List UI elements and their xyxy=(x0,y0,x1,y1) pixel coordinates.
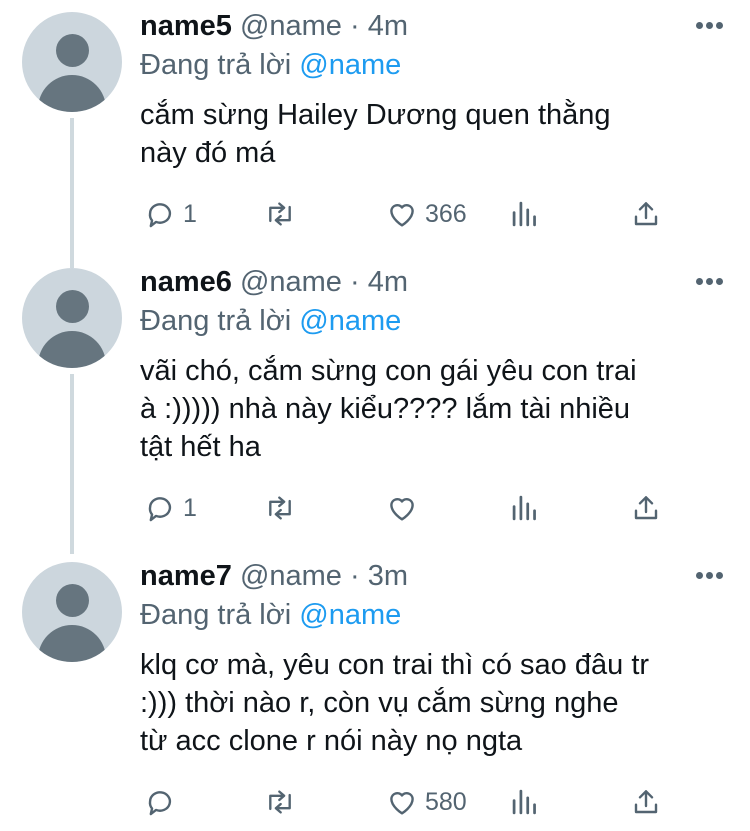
avatar[interactable] xyxy=(22,268,122,368)
user-handle[interactable]: @name xyxy=(240,10,342,42)
share-button[interactable] xyxy=(630,194,662,234)
replying-to: Đang trả lời @name xyxy=(140,304,401,338)
reply-button[interactable] xyxy=(143,782,183,822)
reply-mention-link[interactable]: @name xyxy=(299,305,401,337)
tweet-text: cắm sừng Hailey Dương quen thằng này đó … xyxy=(140,96,725,172)
replying-to-label: Đang trả lời xyxy=(140,49,292,81)
analytics-icon xyxy=(512,789,536,815)
views-button[interactable] xyxy=(510,488,540,528)
action-bar: 1 xyxy=(0,488,750,528)
avatar-body-shape xyxy=(38,75,106,112)
tweet-header: name5 @name · 4m xyxy=(140,9,408,43)
thread-connector-line xyxy=(70,260,74,268)
heart-icon xyxy=(390,792,414,815)
tweet-text-line: vãi chó, cắm sừng con gái yêu con trai xyxy=(140,355,637,387)
replies-feed: name5 @name · 4m Đang trả lời @name cắm … xyxy=(0,0,750,831)
tweet-text: klq cơ mà, yêu con trai thì có sao đâu t… xyxy=(140,646,725,760)
separator-dot: · xyxy=(350,560,360,592)
reply-button[interactable]: 1 xyxy=(143,488,197,528)
heart-icon xyxy=(390,204,414,227)
views-button[interactable] xyxy=(510,194,540,234)
share-icon xyxy=(634,496,658,520)
like-button[interactable]: 366 xyxy=(385,194,467,234)
like-button[interactable] xyxy=(385,488,425,528)
avatar-head-shape xyxy=(56,34,89,67)
action-bar: 1 366 xyxy=(0,194,750,234)
like-count: 366 xyxy=(425,199,467,228)
retweet-icon xyxy=(269,790,291,814)
retweet-icon xyxy=(269,202,291,226)
timestamp[interactable]: 3m xyxy=(368,560,408,592)
retweet-icon xyxy=(269,496,291,520)
reply-button[interactable]: 1 xyxy=(143,194,197,234)
retweet-button[interactable] xyxy=(262,488,304,528)
tweet-text: vãi chó, cắm sừng con gái yêu con trai à… xyxy=(140,352,725,466)
tweet-text-line: klq cơ mà, yêu con trai thì có sao đâu t… xyxy=(140,649,650,681)
tweet-header: name6 @name · 4m xyxy=(140,265,408,299)
share-icon xyxy=(634,202,658,226)
reply-tweet-1[interactable]: name5 @name · 4m Đang trả lời @name cắm … xyxy=(0,0,750,260)
reply-mention-link[interactable]: @name xyxy=(299,599,401,631)
thread-connector-line xyxy=(70,118,74,260)
heart-icon xyxy=(390,498,414,521)
comment-icon xyxy=(148,203,172,228)
reply-mention-link[interactable]: @name xyxy=(299,49,401,81)
tweet-text-line: tật hết ha xyxy=(140,431,261,463)
user-handle[interactable]: @name xyxy=(240,266,342,298)
replying-to-label: Đang trả lời xyxy=(140,599,292,631)
display-name[interactable]: name5 xyxy=(140,10,232,42)
replying-to: Đang trả lời @name xyxy=(140,598,401,632)
retweet-button[interactable] xyxy=(262,194,304,234)
reply-count: 1 xyxy=(183,199,197,228)
more-icon[interactable] xyxy=(696,278,724,286)
analytics-icon xyxy=(512,495,536,521)
tweet-text-line: à :))))) nhà này kiểu???? lắm tài nhiều xyxy=(140,393,631,425)
display-name[interactable]: name7 xyxy=(140,560,232,592)
tweet-text-line: từ acc clone r nói này nọ ngta xyxy=(140,725,523,757)
views-button[interactable] xyxy=(510,782,540,822)
avatar[interactable] xyxy=(22,562,122,662)
more-icon[interactable] xyxy=(696,572,724,580)
like-count: 580 xyxy=(425,787,467,816)
like-button[interactable]: 580 xyxy=(385,782,467,822)
avatar-body-shape xyxy=(38,625,106,662)
reply-tweet-3[interactable]: name7 @name · 3m Đang trả lời @name klq … xyxy=(0,554,750,831)
reply-tweet-2[interactable]: name6 @name · 4m Đang trả lời @name vãi … xyxy=(0,260,750,554)
tweet-text-line: này đó má xyxy=(140,137,276,169)
comment-icon xyxy=(148,791,172,816)
replying-to: Đang trả lời @name xyxy=(140,48,401,82)
avatar-head-shape xyxy=(56,584,89,617)
share-button[interactable] xyxy=(630,782,662,822)
timestamp[interactable]: 4m xyxy=(368,266,408,298)
more-icon[interactable] xyxy=(696,22,724,30)
separator-dot: · xyxy=(350,266,360,298)
share-button[interactable] xyxy=(630,488,662,528)
avatar-body-shape xyxy=(38,331,106,368)
comment-icon xyxy=(148,497,172,522)
avatar[interactable] xyxy=(22,12,122,112)
reply-count: 1 xyxy=(183,493,197,522)
analytics-icon xyxy=(512,201,536,227)
avatar-head-shape xyxy=(56,290,89,323)
action-bar: 580 xyxy=(0,782,750,822)
separator-dot: · xyxy=(350,10,360,42)
tweet-header: name7 @name · 3m xyxy=(140,559,408,593)
tweet-text-line: cắm sừng Hailey Dương quen thằng xyxy=(140,99,611,131)
replying-to-label: Đang trả lời xyxy=(140,305,292,337)
display-name[interactable]: name6 xyxy=(140,266,232,298)
timestamp[interactable]: 4m xyxy=(368,10,408,42)
user-handle[interactable]: @name xyxy=(240,560,342,592)
tweet-text-line: :))) thời nào r, còn vụ cắm sừng nghe xyxy=(140,687,619,719)
retweet-button[interactable] xyxy=(262,782,304,822)
share-icon xyxy=(634,790,658,814)
